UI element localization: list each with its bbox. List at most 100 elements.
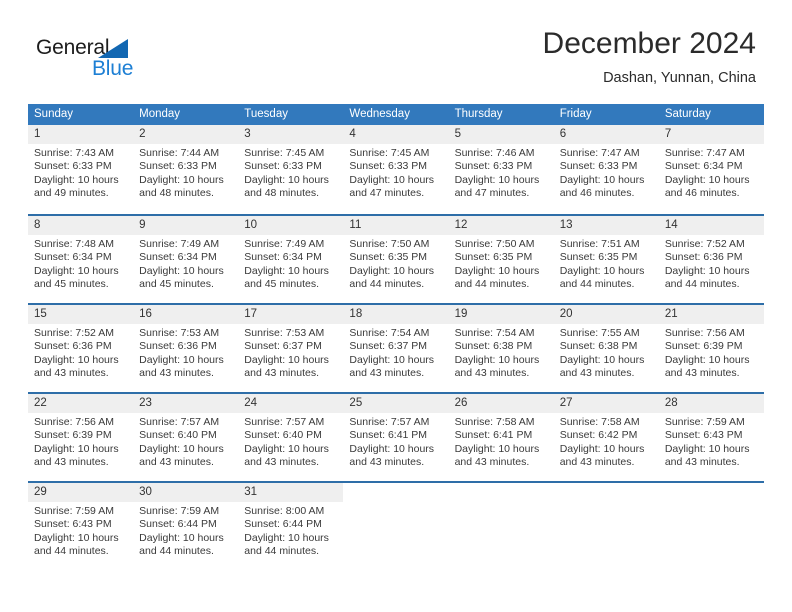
day-cell[interactable]: 29 Sunrise: 7:59 AM Sunset: 6:43 PM Dayligh…: [28, 483, 134, 570]
daylight-text-line1: Daylight: 10 hours: [34, 353, 119, 366]
day-info: Sunrise: 7:48 AM Sunset: 6:34 PM Daylight:…: [28, 235, 133, 292]
daylight-text-line1: Daylight: 10 hours: [664, 353, 750, 366]
day-cell[interactable]: 26 Sunrise: 7:58 AM Sunset: 6:41 PM Dayligh…: [448, 394, 554, 481]
day-cell[interactable]: 4 Sunrise: 7:45 AM Sunset: 6:33 PM Daylight…: [343, 125, 449, 214]
daylight-text-line2: and 43 minutes.: [454, 367, 530, 380]
day-info: Sunrise: 7:58 AM Sunset: 6:41 PM Daylight:…: [449, 413, 554, 470]
day-cell[interactable]: 11 Sunrise: 7:50 AM Sunset: 6:35 PM Dayligh…: [343, 216, 449, 303]
daylight-text-line2: and 49 minutes.: [34, 187, 109, 200]
day-cell[interactable]: 25 Sunrise: 7:57 AM Sunset: 6:41 PM Dayligh…: [343, 394, 449, 481]
day-info: Sunrise: 7:51 AM Sunset: 6:35 PM Daylight:…: [554, 235, 659, 292]
day-cell[interactable]: 10 Sunrise: 7:49 AM Sunset: 6:34 PM Dayligh…: [238, 216, 344, 303]
sunset-text: Sunset: 6:37 PM: [244, 340, 322, 353]
day-cell[interactable]: 20 Sunrise: 7:55 AM Sunset: 6:38 PM Dayligh…: [553, 305, 659, 392]
day-cell[interactable]: 31 Sunrise: 8:00 AM Sunset: 6:44 PM Dayligh…: [238, 483, 344, 570]
daylight-text-line1: Daylight: 10 hours: [244, 264, 329, 277]
day-number-band: 30: [133, 483, 239, 502]
daylight-text-line1: Daylight: 10 hours: [454, 442, 540, 455]
day-cell[interactable]: 9 Sunrise: 7:49 AM Sunset: 6:34 PM Daylight…: [133, 216, 239, 303]
day-cell[interactable]: 30 Sunrise: 7:59 AM Sunset: 6:44 PM Dayligh…: [133, 483, 239, 570]
daylight-text-line2: and 43 minutes.: [454, 456, 530, 469]
weekday-header-thursday: Thursday: [454, 108, 503, 120]
sunset-text: Sunset: 6:41 PM: [349, 429, 428, 442]
day-number: 25: [349, 397, 363, 409]
daylight-text-line1: Daylight: 10 hours: [34, 173, 119, 186]
day-info: Sunrise: 8:00 AM Sunset: 6:44 PM Daylight:…: [238, 502, 343, 559]
day-cell[interactable]: 23 Sunrise: 7:57 AM Sunset: 6:40 PM Dayligh…: [133, 394, 239, 481]
sunrise-text: Sunrise: 7:52 AM: [664, 238, 745, 250]
sunset-text: Sunset: 6:33 PM: [139, 160, 217, 173]
daylight-text-line2: and 43 minutes.: [559, 456, 635, 469]
sunset-text: Sunset: 6:33 PM: [454, 160, 533, 173]
day-cell-empty: [449, 483, 554, 570]
daylight-text-line1: Daylight: 10 hours: [664, 264, 750, 277]
day-cell[interactable]: 14 Sunrise: 7:52 AM Sunset: 6:36 PM Dayligh…: [658, 216, 764, 303]
sunset-text: Sunset: 6:35 PM: [454, 251, 533, 264]
daylight-text-line2: and 43 minutes.: [664, 456, 740, 469]
day-info: Sunrise: 7:43 AM Sunset: 6:33 PM Daylight:…: [28, 144, 133, 201]
day-number: 19: [454, 308, 468, 320]
week-row: 22 Sunrise: 7:56 AM Sunset: 6:39 PM Dayligh…: [28, 392, 764, 481]
day-number: 9: [139, 219, 146, 231]
sunrise-text: Sunrise: 7:59 AM: [139, 505, 220, 517]
day-cell[interactable]: 19 Sunrise: 7:54 AM Sunset: 6:38 PM Dayligh…: [448, 305, 554, 392]
day-info: Sunrise: 7:44 AM Sunset: 6:33 PM Daylight:…: [133, 144, 238, 201]
day-info: Sunrise: 7:53 AM Sunset: 6:36 PM Daylight:…: [133, 324, 238, 381]
day-cell[interactable]: 28 Sunrise: 7:59 AM Sunset: 6:43 PM Dayligh…: [658, 394, 764, 481]
day-cell[interactable]: 1 Sunrise: 7:43 AM Sunset: 6:33 PM Daylight…: [28, 125, 134, 214]
general-blue-logo[interactable]: General Blue: [36, 36, 166, 84]
sunrise-text: Sunrise: 8:00 AM: [244, 505, 325, 517]
logo-text-blue: Blue: [92, 57, 134, 80]
day-number-band: 22: [28, 394, 134, 413]
day-cell[interactable]: 21 Sunrise: 7:56 AM Sunset: 6:39 PM Dayligh…: [658, 305, 764, 392]
day-number: 30: [139, 486, 152, 498]
day-number-band: 7: [658, 125, 764, 144]
day-cell[interactable]: 5 Sunrise: 7:46 AM Sunset: 6:33 PM Daylight…: [448, 125, 554, 214]
day-number-band: 24: [238, 394, 344, 413]
daylight-text-line1: Daylight: 10 hours: [664, 442, 750, 455]
sunrise-text: Sunrise: 7:58 AM: [559, 416, 640, 428]
weekday-header-row: Sunday Monday Tuesday Wednesday Thursday Frid…: [28, 104, 764, 125]
daylight-text-line2: and 47 minutes.: [349, 187, 425, 200]
day-cell[interactable]: 24 Sunrise: 7:57 AM Sunset: 6:40 PM Dayligh…: [238, 394, 344, 481]
day-cell[interactable]: 3 Sunrise: 7:45 AM Sunset: 6:33 PM Daylight…: [238, 125, 344, 214]
sunset-text: Sunset: 6:36 PM: [34, 340, 112, 353]
day-info: [659, 502, 764, 505]
daylight-text-line1: Daylight: 10 hours: [139, 531, 224, 544]
day-cell[interactable]: 22 Sunrise: 7:56 AM Sunset: 6:39 PM Dayligh…: [28, 394, 134, 481]
day-cell[interactable]: 2 Sunrise: 7:44 AM Sunset: 6:33 PM Daylight…: [133, 125, 239, 214]
sunrise-text: Sunrise: 7:49 AM: [139, 238, 220, 250]
daylight-text-line2: and 44 minutes.: [664, 278, 740, 291]
day-number: 29: [34, 486, 47, 498]
day-number-band: 12: [448, 216, 554, 235]
day-cell[interactable]: 6 Sunrise: 7:47 AM Sunset: 6:33 PM Daylight…: [553, 125, 659, 214]
sunrise-text: Sunrise: 7:58 AM: [454, 416, 535, 428]
day-cell[interactable]: 18 Sunrise: 7:54 AM Sunset: 6:37 PM Dayligh…: [343, 305, 449, 392]
daylight-text-line2: and 44 minutes.: [139, 545, 214, 558]
daylight-text-line2: and 46 minutes.: [559, 187, 635, 200]
day-info: Sunrise: 7:57 AM Sunset: 6:41 PM Daylight:…: [343, 413, 448, 470]
day-number-band: 20: [553, 305, 659, 324]
day-cell[interactable]: 16 Sunrise: 7:53 AM Sunset: 6:36 PM Dayligh…: [133, 305, 239, 392]
day-cell[interactable]: 15 Sunrise: 7:52 AM Sunset: 6:36 PM Dayligh…: [28, 305, 134, 392]
day-cell[interactable]: 17 Sunrise: 7:53 AM Sunset: 6:37 PM Dayligh…: [238, 305, 344, 392]
sunset-text: Sunset: 6:34 PM: [34, 251, 112, 264]
day-cell[interactable]: 13 Sunrise: 7:51 AM Sunset: 6:35 PM Dayligh…: [553, 216, 659, 303]
day-number-band: 28: [658, 394, 764, 413]
day-cell[interactable]: 8 Sunrise: 7:48 AM Sunset: 6:34 PM Daylight…: [28, 216, 134, 303]
sunset-text: Sunset: 6:44 PM: [244, 518, 322, 531]
daylight-text-line2: and 44 minutes.: [559, 278, 635, 291]
day-number: 6: [559, 128, 567, 140]
sunset-text: Sunset: 6:37 PM: [349, 340, 428, 353]
day-number: 26: [454, 397, 468, 409]
day-cell[interactable]: 7 Sunrise: 7:47 AM Sunset: 6:34 PM Daylight…: [658, 125, 764, 214]
daylight-text-line1: Daylight: 10 hours: [34, 442, 119, 455]
page-title: December 2024: [542, 27, 756, 60]
day-number: 18: [349, 308, 363, 320]
day-number-band: 29: [28, 483, 134, 502]
sunrise-text: Sunrise: 7:56 AM: [664, 327, 745, 339]
day-cell[interactable]: 27 Sunrise: 7:58 AM Sunset: 6:42 PM Dayligh…: [553, 394, 659, 481]
day-number: 23: [139, 397, 152, 409]
day-number: 24: [244, 397, 258, 409]
day-cell[interactable]: 12 Sunrise: 7:50 AM Sunset: 6:35 PM Dayligh…: [448, 216, 554, 303]
